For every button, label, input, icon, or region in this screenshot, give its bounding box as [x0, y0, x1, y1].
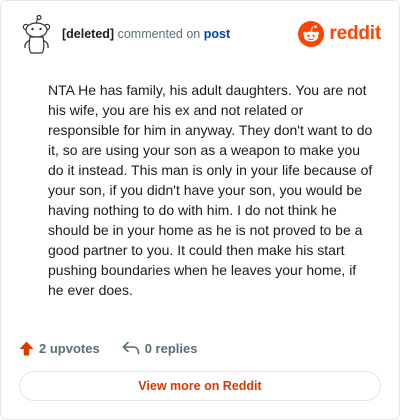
comment-actions: 2 upvotes 0 replies: [19, 337, 197, 359]
comment-header: [deleted] commented on post reddit: [19, 14, 381, 55]
reply-arrow-icon: [122, 341, 139, 355]
comment-action-text: commented on: [117, 27, 201, 41]
view-more-button[interactable]: View more on Reddit: [19, 371, 381, 401]
upvote-button[interactable]: 2 upvotes: [19, 341, 100, 356]
reddit-wordmark: reddit: [329, 23, 381, 44]
post-link[interactable]: post: [204, 27, 230, 41]
upvote-arrow-icon: [19, 341, 34, 355]
comment-meta: [deleted] commented on post: [62, 27, 230, 41]
comment-body: NTA He has family, his adult daughters. …: [48, 82, 373, 298]
comment-embed-card: [deleted] commented on post reddit NTA H…: [0, 0, 400, 420]
reddit-snoo-icon: [298, 21, 325, 47]
replies-button[interactable]: 0 replies: [122, 340, 198, 356]
reddit-logo[interactable]: reddit: [298, 20, 381, 48]
deleted-user-snoo-icon: [19, 14, 55, 55]
upvote-count: 2 upvotes: [39, 340, 100, 356]
comment-author[interactable]: [deleted]: [62, 27, 114, 41]
reply-count: 0 replies: [144, 340, 198, 356]
